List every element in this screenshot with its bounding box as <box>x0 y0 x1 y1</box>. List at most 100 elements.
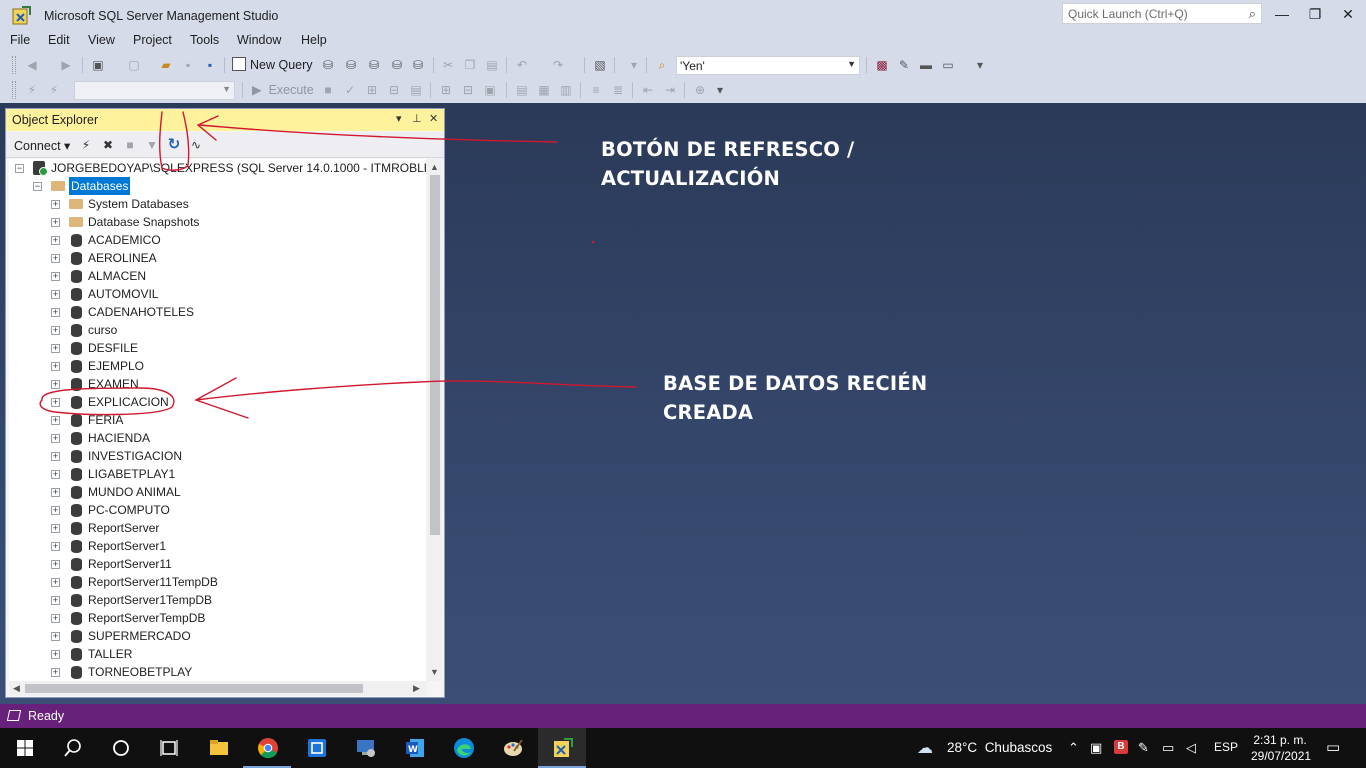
client-stats-icon[interactable]: ▦ <box>536 82 552 98</box>
expand-icon[interactable]: + <box>51 560 60 569</box>
activity-monitor-icon[interactable]: ∿ <box>188 137 204 153</box>
expand-icon[interactable]: + <box>51 416 60 425</box>
forward-icon[interactable]: ▶ <box>58 57 74 73</box>
dax-query-icon[interactable]: ⛁ <box>410 57 426 73</box>
edge-button[interactable] <box>439 728 487 768</box>
expand-icon[interactable]: + <box>51 200 60 209</box>
restore-button[interactable]: ❐ <box>1298 2 1332 26</box>
remote-app-button[interactable] <box>341 728 389 768</box>
expand-icon[interactable]: + <box>51 236 60 245</box>
refresh-icon[interactable]: ↻ <box>166 137 182 153</box>
intellisense-icon[interactable]: ▤ <box>408 82 424 98</box>
scroll-right-icon[interactable]: ▶ <box>413 683 420 694</box>
collapse-icon[interactable]: − <box>33 182 42 191</box>
menu-tools[interactable]: Tools <box>190 33 219 47</box>
expand-icon[interactable]: + <box>51 380 60 389</box>
scroll-left-icon[interactable]: ◀ <box>13 683 20 694</box>
save-all-icon[interactable]: ▪ <box>202 57 218 73</box>
horizontal-scrollbar[interactable]: ◀ ▶ <box>9 681 427 696</box>
expand-icon[interactable]: + <box>51 614 60 623</box>
copy-icon[interactable]: ❐ <box>462 57 478 73</box>
stop-icon[interactable]: ■ <box>320 82 336 98</box>
increase-indent-icon[interactable]: ⇥ <box>662 82 678 98</box>
vertical-scrollbar[interactable]: ▲ ▼ <box>427 159 442 681</box>
ssms-taskbar-button[interactable] <box>538 728 586 768</box>
show-hidden-icons-icon[interactable]: ⌃ <box>1068 740 1079 756</box>
expand-icon[interactable]: + <box>51 542 60 551</box>
properties-window-icon[interactable]: ▩ <box>874 57 890 73</box>
available-databases-select[interactable]: 'Yen' ▼ <box>676 56 860 75</box>
expand-icon[interactable]: + <box>51 308 60 317</box>
collapse-icon[interactable]: − <box>15 164 24 173</box>
file-explorer-button[interactable] <box>194 728 242 768</box>
menu-project[interactable]: Project <box>133 33 172 47</box>
menu-view[interactable]: View <box>88 33 115 47</box>
new-query-button[interactable]: New Query <box>232 57 313 74</box>
volume-icon[interactable]: ◁ <box>1186 740 1196 756</box>
expand-icon[interactable]: + <box>51 524 60 533</box>
network-icon[interactable]: ▭ <box>1162 740 1174 756</box>
new-project-icon[interactable]: ▣ <box>90 57 106 73</box>
expand-icon[interactable]: + <box>51 506 60 515</box>
tools-wrench-icon[interactable]: ✎ <box>896 57 912 73</box>
toolbar-grip[interactable] <box>12 56 16 74</box>
dmx-query-icon[interactable]: ⛁ <box>366 57 382 73</box>
results-to-grid-icon[interactable]: ⊟ <box>460 82 476 98</box>
disconnect-icon[interactable]: ✖ <box>100 137 116 153</box>
comment-icon[interactable]: ≡ <box>588 82 604 98</box>
save-icon[interactable]: ▪ <box>180 57 196 73</box>
close-button[interactable]: ✕ <box>1331 2 1365 26</box>
scroll-thumb[interactable] <box>25 684 363 693</box>
weather-cloud-icon[interactable]: ☁ <box>917 738 933 758</box>
word-button[interactable]: W <box>390 728 438 768</box>
expand-icon[interactable]: + <box>51 290 60 299</box>
search-icon[interactable]: ⌕ <box>1249 6 1256 22</box>
tray-b-icon[interactable]: B <box>1114 740 1128 754</box>
notifications-icon[interactable]: ▭ <box>1326 738 1340 756</box>
expand-icon[interactable]: + <box>51 326 60 335</box>
close-panel-icon[interactable]: ✕ <box>429 112 438 125</box>
filter-icon[interactable]: ▼ <box>144 137 160 153</box>
search-button[interactable] <box>48 728 96 768</box>
decrease-indent-icon[interactable]: ⇤ <box>640 82 656 98</box>
clock[interactable]: 2:31 p. m. 29/07/2021 <box>1251 732 1311 764</box>
pin-icon[interactable]: ⊥ <box>412 112 422 125</box>
menu-file[interactable]: File <box>10 33 30 47</box>
expand-icon[interactable]: + <box>51 434 60 443</box>
mdx-query-icon[interactable]: ⛁ <box>343 57 359 73</box>
quick-launch-input[interactable]: Quick Launch (Ctrl+Q) ⌕ <box>1062 3 1262 24</box>
toolbox-icon[interactable]: ▬ <box>918 57 934 73</box>
start-button[interactable] <box>0 728 48 768</box>
scroll-thumb[interactable] <box>430 175 440 535</box>
expand-icon[interactable]: + <box>51 344 60 353</box>
database-combo[interactable]: ▼ <box>74 81 235 100</box>
xmla-query-icon[interactable]: ⛁ <box>389 57 405 73</box>
connect-icon[interactable]: ⚡ <box>24 82 40 98</box>
menu-edit[interactable]: Edit <box>48 33 70 47</box>
connect-dropdown-button[interactable]: Connect ▾ <box>14 138 70 153</box>
expand-icon[interactable]: + <box>51 578 60 587</box>
cortana-button[interactable] <box>96 728 144 768</box>
open-file-icon[interactable]: ▰ <box>158 57 174 73</box>
back-icon[interactable]: ◀ <box>24 57 40 73</box>
minimize-button[interactable]: — <box>1265 2 1299 26</box>
undo-icon[interactable]: ↶ <box>514 57 530 73</box>
find-icon[interactable]: ⌕ <box>654 57 670 73</box>
expand-icon[interactable]: + <box>51 488 60 497</box>
menu-help[interactable]: Help <box>301 33 327 47</box>
specify-values-icon[interactable]: ⊕ <box>692 82 708 98</box>
expand-icon[interactable]: + <box>51 452 60 461</box>
plan-icon[interactable]: ⊞ <box>364 82 380 98</box>
expand-icon[interactable]: + <box>51 362 60 371</box>
paste-icon[interactable]: ▤ <box>484 57 500 73</box>
toolbar-grip[interactable] <box>12 81 16 99</box>
task-view-button[interactable] <box>144 728 192 768</box>
language-indicator[interactable]: ESP <box>1214 740 1238 754</box>
expand-icon[interactable]: + <box>51 596 60 605</box>
expand-icon[interactable]: + <box>51 668 60 677</box>
activity-monitor-icon[interactable]: ▧ <box>592 57 608 73</box>
expand-icon[interactable]: + <box>51 218 60 227</box>
cut-icon[interactable]: ✂ <box>440 57 456 73</box>
results-to-text-icon[interactable]: ⊞ <box>438 82 454 98</box>
chrome-button[interactable] <box>243 728 291 768</box>
